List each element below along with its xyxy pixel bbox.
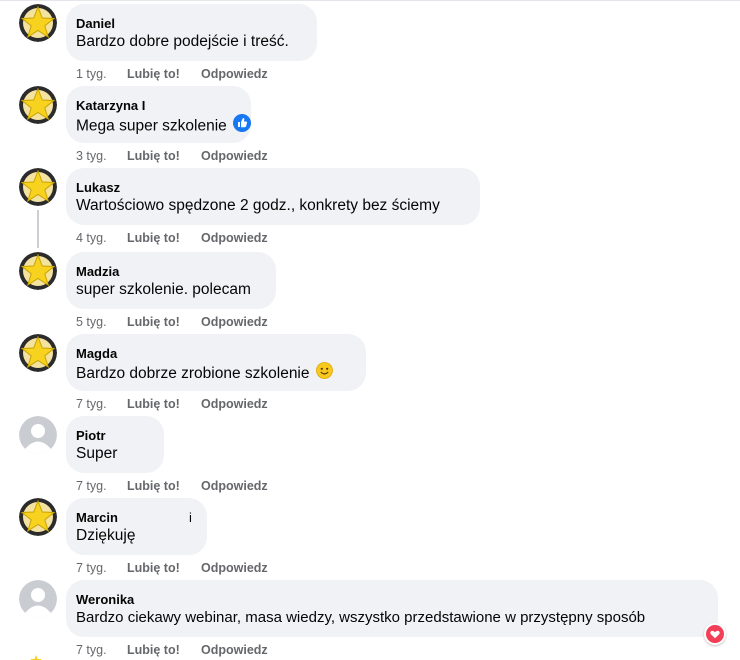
comment-bubble: Katarzyna I Mega super szkolenie [66,86,251,143]
comment-text: Bardzo dobre podejście i treść. [76,33,289,50]
reply-button[interactable]: Odpowiedz [201,231,268,245]
like-button[interactable]: Lubię to! [127,561,201,575]
comment-bubble: Marcin i Dziękuję [66,498,207,555]
reaction-badge[interactable] [704,623,726,645]
like-button[interactable]: Lubię to! [127,643,201,657]
comment-text: Bardzo ciekawy webinar, masa wiedzy, wsz… [76,609,646,626]
star-avatar-icon [19,334,57,372]
avatar[interactable] [19,580,57,618]
comment-text: Dziękuję [76,527,136,544]
reply-button[interactable]: Odpowiedz [201,479,268,493]
comment-bubble: Lukasz Wartościowo spędzone 2 godz., kon… [66,168,480,225]
comment-actions: 4 tyg. Lubię to! Odpowiedz [76,231,268,245]
reply-button[interactable]: Odpowiedz [201,67,268,81]
comment-time[interactable]: 4 tyg. [76,231,127,245]
comment-bubble: Daniel Bardzo dobre podejście i treść. [66,4,317,61]
avatar[interactable] [19,416,57,454]
avatar[interactable] [19,4,57,42]
thread-line [37,210,39,248]
top-divider [0,0,740,1]
comment-bubble: Weronika Bardzo ciekawy webinar, masa wi… [66,580,726,645]
comment-author[interactable]: Katarzyna I [76,98,145,113]
comment-time[interactable]: 7 tyg. [76,561,127,575]
comment-author[interactable]: Weronika [76,592,134,607]
comment-text: super szkolenie. polecam [76,281,251,298]
comment-author-suffix: i [189,510,192,525]
comment-author[interactable]: Piotr [76,428,106,443]
comment-actions: 7 tyg. Lubię to! Odpowiedz [76,397,268,411]
comment-text: Super [76,445,118,462]
comment-author[interactable]: Magda [76,346,117,361]
avatar[interactable] [19,498,57,536]
comment-actions: 3 tyg. Lubię to! Odpowiedz [76,149,268,163]
default-avatar-icon [19,416,57,454]
comment-bubble: Madzia super szkolenie. polecam [66,252,276,309]
comment-author[interactable]: Lukasz [76,180,120,195]
reply-button[interactable]: Odpowiedz [201,397,268,411]
like-button[interactable]: Lubię to! [127,149,201,163]
comment-actions: 7 tyg. Lubię to! Odpowiedz [76,479,268,493]
comment-bubble: Magda Bardzo dobrze zrobione szkolenie [66,334,366,391]
comment-author[interactable]: Marcin i [76,510,192,525]
like-button[interactable]: Lubię to! [127,67,201,81]
comment-text: Wartościowo spędzone 2 godz., konkrety b… [76,197,440,214]
avatar[interactable] [19,168,57,206]
reply-button[interactable]: Odpowiedz [201,643,268,657]
avatar[interactable] [19,86,57,124]
comment-actions: 7 tyg. Lubię to! Odpowiedz [76,643,268,657]
avatar[interactable] [19,252,57,290]
comment-author[interactable]: Daniel [76,16,115,31]
smiley-icon [315,362,333,384]
comment-actions: 7 tyg. Lubię to! Odpowiedz [76,561,268,575]
like-button[interactable]: Lubię to! [127,315,201,329]
reply-button[interactable]: Odpowiedz [201,561,268,575]
comment-time[interactable]: 7 tyg. [76,643,127,657]
like-button[interactable]: Lubię to! [127,397,201,411]
star-avatar-icon [19,168,57,206]
like-button[interactable]: Lubię to! [127,231,201,245]
comment-author[interactable]: Madzia [76,264,119,279]
default-avatar-icon [19,580,57,618]
reply-button[interactable]: Odpowiedz [201,149,268,163]
avatar[interactable] [19,334,57,372]
star-icon [30,655,42,660]
comment-time[interactable]: 7 tyg. [76,397,127,411]
comment-text: Bardzo dobrze zrobione szkolenie [76,362,333,385]
star-avatar-icon [19,252,57,290]
heart-icon [706,625,724,643]
comment-time[interactable]: 7 tyg. [76,479,127,493]
comment-time[interactable]: 1 tyg. [76,67,127,81]
partial-avatar [30,654,42,660]
reply-button[interactable]: Odpowiedz [201,315,268,329]
comment-text-content: Bardzo dobrze zrobione szkolenie [76,365,310,383]
thumbs-up-icon [232,114,251,137]
star-avatar-icon [19,498,57,536]
comment-time[interactable]: 5 tyg. [76,315,127,329]
like-button[interactable]: Lubię to! [127,479,201,493]
star-avatar-icon [19,4,57,42]
comment-text-content: Mega super szkolenie [76,117,227,135]
comment-author-name[interactable]: Marcin [76,510,118,525]
comment-text: Mega super szkolenie [76,114,251,138]
comment-actions: 5 tyg. Lubię to! Odpowiedz [76,315,268,329]
comment-actions: 1 tyg. Lubię to! Odpowiedz [76,67,268,81]
star-avatar-icon [19,86,57,124]
comment-bubble: Piotr Super [66,416,164,473]
comment-time[interactable]: 3 tyg. [76,149,127,163]
